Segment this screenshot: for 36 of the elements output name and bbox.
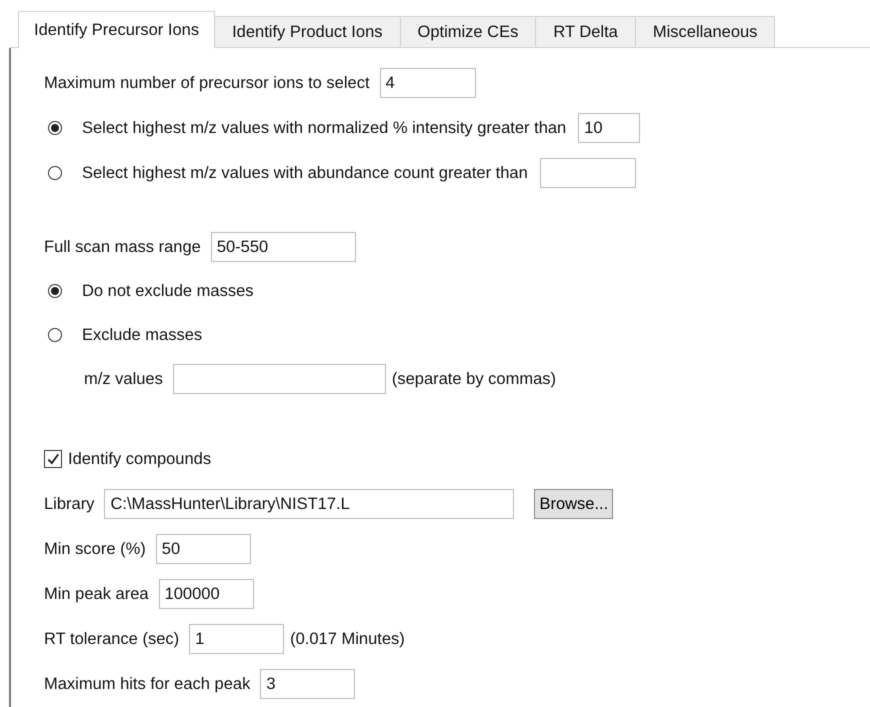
radio-button[interactable]: [48, 284, 62, 298]
checkbox-label: Identify compounds: [68, 450, 212, 468]
input-field[interactable]: 4: [380, 68, 476, 98]
radio-label: Select highest m/z values with abundance count greater than: [82, 164, 528, 182]
tab[interactable]: Identify Product Ions: [215, 16, 400, 47]
input-field[interactable]: C:\MassHunter\Library\NIST17.L: [104, 489, 514, 519]
field-label: Full scan mass range: [44, 238, 201, 256]
field-label: Maximum hits for each peak: [44, 674, 250, 694]
input-field[interactable]: 50-550: [210, 232, 356, 262]
field-label: m/z values: [84, 370, 163, 388]
radio-button[interactable]: [48, 121, 62, 135]
radio-button[interactable]: [48, 166, 62, 180]
input-field[interactable]: 100000: [158, 579, 254, 609]
tab[interactable]: Identify Precursor Ions: [18, 11, 216, 48]
tab[interactable]: Miscellaneous: [636, 16, 776, 47]
tab[interactable]: RT Delta: [536, 16, 636, 47]
tab[interactable]: Optimize CEs: [400, 16, 536, 47]
field-label: Min peak area: [44, 584, 149, 604]
input-field[interactable]: 50: [156, 534, 251, 564]
input-field[interactable]: 10: [578, 113, 640, 143]
radio-label: Do not exclude masses: [82, 282, 254, 300]
radio-label: Exclude masses: [82, 326, 202, 344]
field-label: Maximum number of precursor ions to select: [44, 74, 370, 92]
field-label: Library: [44, 494, 94, 514]
field-label: Min score (%): [44, 540, 146, 558]
field-label: RT tolerance (sec): [44, 630, 180, 648]
input-field[interactable]: 1: [189, 624, 284, 654]
checkbox[interactable]: [44, 450, 62, 468]
input-field[interactable]: 3: [260, 669, 356, 699]
hint-text: (0.017 Minutes): [290, 630, 405, 648]
hint-text: (separate by commas): [392, 370, 556, 388]
browse-button[interactable]: Browse...: [534, 489, 614, 519]
input-field[interactable]: [540, 158, 636, 188]
radio-button[interactable]: [48, 328, 62, 342]
input-field[interactable]: [172, 364, 386, 394]
radio-label: Select highest m/z values with normalized % intensity greater than: [82, 118, 566, 138]
